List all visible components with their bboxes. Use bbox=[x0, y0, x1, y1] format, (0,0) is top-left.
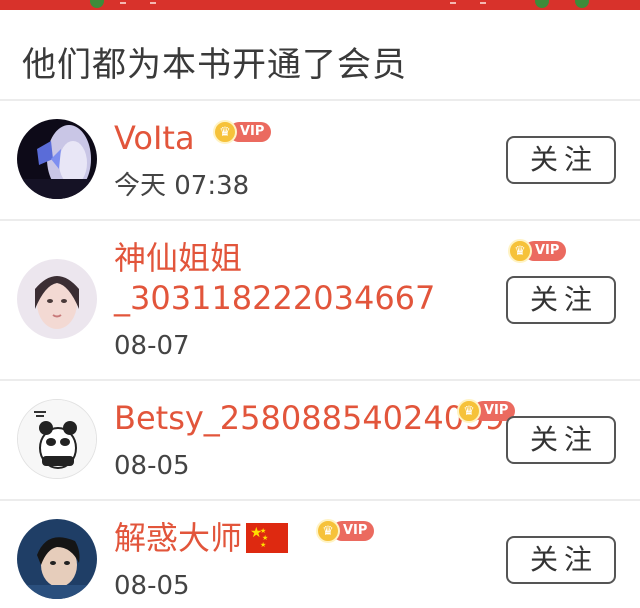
avatar-butterfly-portrait-icon[interactable] bbox=[17, 119, 97, 199]
section-title: 他们都为本书开通了会员 bbox=[22, 45, 407, 85]
crown-icon: ♛ bbox=[457, 399, 481, 423]
follow-button[interactable]: 关注 bbox=[506, 136, 616, 184]
top-banner bbox=[0, 0, 640, 10]
leaf-icon bbox=[90, 0, 104, 8]
avatar-man-portrait-icon[interactable] bbox=[17, 519, 97, 599]
member-name-suffix[interactable]: _303118222034667 bbox=[114, 277, 435, 319]
list-item[interactable]: 解惑大师 ★ ★ ★ ★ ♛ VIP 08-05 关注 bbox=[0, 501, 640, 608]
vip-badge: ♛ VIP bbox=[508, 239, 567, 263]
follow-button[interactable]: 关注 bbox=[506, 536, 616, 584]
member-time: 08-07 bbox=[114, 331, 190, 361]
crown-icon: ♛ bbox=[316, 519, 340, 543]
member-name[interactable]: 神仙姐姐 bbox=[114, 237, 242, 279]
leaf-icon bbox=[535, 0, 549, 8]
member-name[interactable]: Betsy_25808854024099 bbox=[114, 397, 505, 439]
member-name-text[interactable]: 解惑大师 bbox=[114, 519, 242, 557]
follow-button[interactable]: 关注 bbox=[506, 416, 616, 464]
list-item[interactable]: VoIta ♛ VIP 今天 07:38 关注 bbox=[0, 101, 640, 219]
list-item[interactable]: 神仙姐姐 _303118222034667 ♛ VIP 08-07 关注 bbox=[0, 221, 640, 379]
avatar-woman-portrait-icon[interactable] bbox=[17, 259, 97, 339]
banner-dash bbox=[480, 2, 486, 4]
list-item[interactable]: Betsy_25808854024099 ♛ VIP 08-05 关注 bbox=[0, 381, 640, 499]
member-name[interactable]: VoIta bbox=[114, 117, 195, 159]
banner-dash bbox=[450, 2, 456, 4]
member-time: 今天 07:38 bbox=[114, 171, 250, 201]
crown-icon: ♛ bbox=[508, 239, 532, 263]
member-name[interactable]: 解惑大师 ★ ★ ★ ★ bbox=[114, 517, 289, 559]
china-flag-icon: ★ ★ ★ ★ bbox=[246, 523, 289, 553]
vip-badge: ♛ VIP bbox=[213, 120, 272, 144]
vip-badge: ♛ VIP bbox=[316, 519, 375, 543]
crown-icon: ♛ bbox=[213, 120, 237, 144]
banner-dash bbox=[150, 2, 156, 4]
member-time: 08-05 bbox=[114, 571, 190, 601]
follow-button[interactable]: 关注 bbox=[506, 276, 616, 324]
leaf-icon bbox=[575, 0, 589, 8]
banner-dash bbox=[120, 2, 126, 4]
member-time: 08-05 bbox=[114, 451, 190, 481]
avatar-panda-sticker-icon[interactable] bbox=[17, 399, 97, 479]
